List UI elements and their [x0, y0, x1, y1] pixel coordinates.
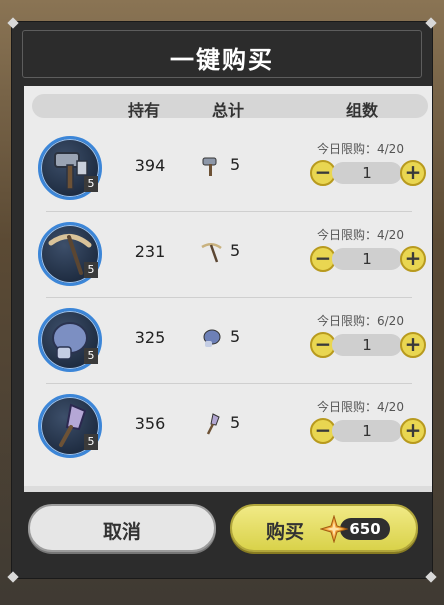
cancel-button[interactable]: 取消	[28, 504, 216, 552]
owned-count: 356	[134, 414, 166, 433]
quantity-field[interactable]: 1	[332, 334, 402, 356]
item-level-badge: 5	[84, 176, 98, 192]
purchase-dialog: 一键购买 持有 总计 组数 5 394 5 今日限购：4/20 − 1 + 5 …	[12, 22, 432, 578]
item-level-badge: 5	[84, 348, 98, 364]
shovel-icon	[200, 412, 224, 436]
title-bar: 一键购买	[12, 22, 432, 86]
total-count: 5	[230, 241, 241, 260]
quantity-stepper: − 1 +	[310, 418, 426, 444]
cancel-label: 取消	[102, 521, 141, 543]
item-level-badge: 5	[84, 262, 98, 278]
increase-button[interactable]: +	[400, 160, 426, 186]
header-groups: 组数	[346, 101, 379, 120]
increase-button[interactable]: +	[400, 332, 426, 358]
total-count: 5	[230, 155, 241, 174]
quantity-field[interactable]: 1	[332, 420, 402, 442]
star-gem-icon	[319, 514, 349, 544]
buy-label: 购买	[266, 521, 305, 543]
daily-limit: 今日限购：6/20	[317, 314, 404, 328]
buy-button[interactable]: 购买 650	[230, 504, 418, 552]
glove-icon	[200, 326, 224, 350]
corner-ornament-icon	[6, 570, 20, 584]
daily-limit: 今日限购：4/20	[317, 228, 404, 242]
owned-count: 325	[134, 328, 166, 347]
list-footer	[24, 486, 432, 492]
increase-button[interactable]: +	[400, 418, 426, 444]
list-item: 5 356 5 今日限购：4/20 − 1 +	[24, 384, 432, 470]
item-level-badge: 5	[84, 434, 98, 450]
total-count: 5	[230, 413, 241, 432]
owned-count: 394	[134, 156, 166, 175]
owned-count: 231	[134, 242, 166, 261]
pickaxe-icon	[200, 240, 224, 264]
list-item: 5 231 5 今日限购：4/20 − 1 +	[24, 212, 432, 298]
header-total: 总计	[212, 101, 245, 120]
increase-button[interactable]: +	[400, 246, 426, 272]
dialog-title: 一键购买	[170, 46, 274, 74]
quantity-stepper: − 1 +	[310, 160, 426, 186]
price-tag: 650	[319, 514, 390, 544]
hammer-icon	[200, 154, 224, 178]
daily-limit: 今日限购：4/20	[317, 142, 404, 156]
header-owned: 持有	[128, 101, 161, 120]
list-item: 5 394 5 今日限购：4/20 − 1 +	[24, 126, 432, 212]
quantity-stepper: − 1 +	[310, 332, 426, 358]
quantity-stepper: − 1 +	[310, 246, 426, 272]
quantity-field[interactable]: 1	[332, 162, 402, 184]
item-list-panel: 持有 总计 组数 5 394 5 今日限购：4/20 − 1 + 5 231 5…	[24, 86, 432, 486]
daily-limit: 今日限购：4/20	[317, 400, 404, 414]
list-item: 5 325 5 今日限购：6/20 − 1 +	[24, 298, 432, 384]
column-header: 持有 总计 组数	[32, 94, 428, 120]
quantity-field[interactable]: 1	[332, 248, 402, 270]
corner-ornament-icon	[424, 570, 438, 584]
total-count: 5	[230, 327, 241, 346]
